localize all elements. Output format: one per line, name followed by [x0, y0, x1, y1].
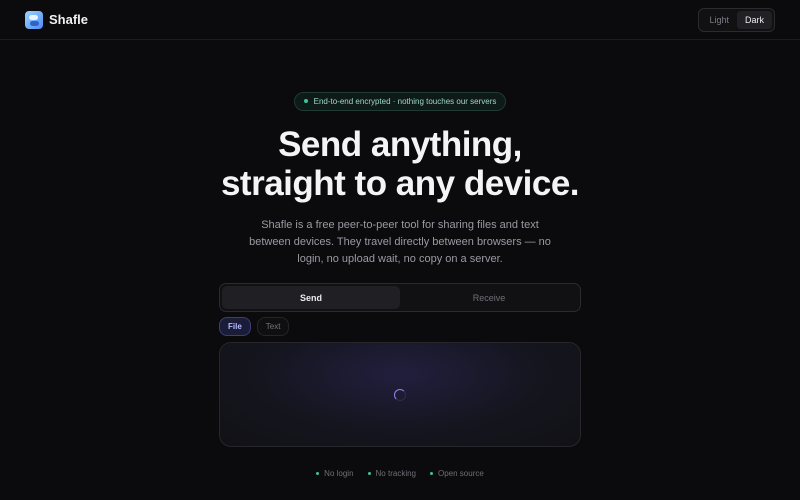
- top-bar: Shafle Light Dark: [0, 0, 800, 40]
- tab-send[interactable]: Send: [222, 286, 400, 309]
- encryption-badge-text: End-to-end encrypted · nothing touches o…: [313, 96, 497, 106]
- page-title: Send anything, straight to any device.: [0, 125, 800, 203]
- title-line-1: Send anything,: [278, 124, 522, 164]
- mode-selector: File Text: [219, 317, 290, 336]
- feature-item: No tracking: [367, 469, 416, 478]
- brand-name: Shafle: [49, 12, 89, 27]
- feature-label: No login: [324, 469, 354, 478]
- file-dropzone[interactable]: [219, 342, 581, 447]
- feature-label: Open source: [438, 469, 484, 478]
- mode-text-button[interactable]: Text: [256, 317, 290, 336]
- check-dot-icon: [430, 472, 433, 475]
- theme-light-button[interactable]: Light: [701, 11, 737, 29]
- feature-list: No login No tracking Open source: [0, 469, 800, 478]
- check-dot-icon: [367, 472, 371, 475]
- feature-item: No login: [316, 469, 354, 478]
- theme-toggle: Light Dark: [698, 7, 775, 32]
- feature-item: Open source: [430, 469, 484, 478]
- title-line-2: straight to any device.: [220, 163, 580, 203]
- spinner-icon: [394, 388, 406, 401]
- feature-label: No tracking: [375, 469, 416, 478]
- brand[interactable]: Shafle: [25, 10, 89, 29]
- check-dot-icon: [316, 472, 320, 475]
- shafle-logo-icon: [25, 10, 43, 29]
- mode-file-button[interactable]: File: [219, 317, 251, 336]
- page-subtitle: Shafle is a free peer-to-peer tool for s…: [249, 218, 551, 265]
- theme-dark-button[interactable]: Dark: [736, 10, 772, 29]
- encryption-badge: End-to-end encrypted · nothing touches o…: [293, 91, 507, 111]
- hero: End-to-end encrypted · nothing touches o…: [0, 90, 800, 268]
- send-receive-tabs: Send Receive: [219, 283, 581, 312]
- tab-receive[interactable]: Receive: [400, 286, 578, 309]
- status-dot-icon: [303, 99, 308, 103]
